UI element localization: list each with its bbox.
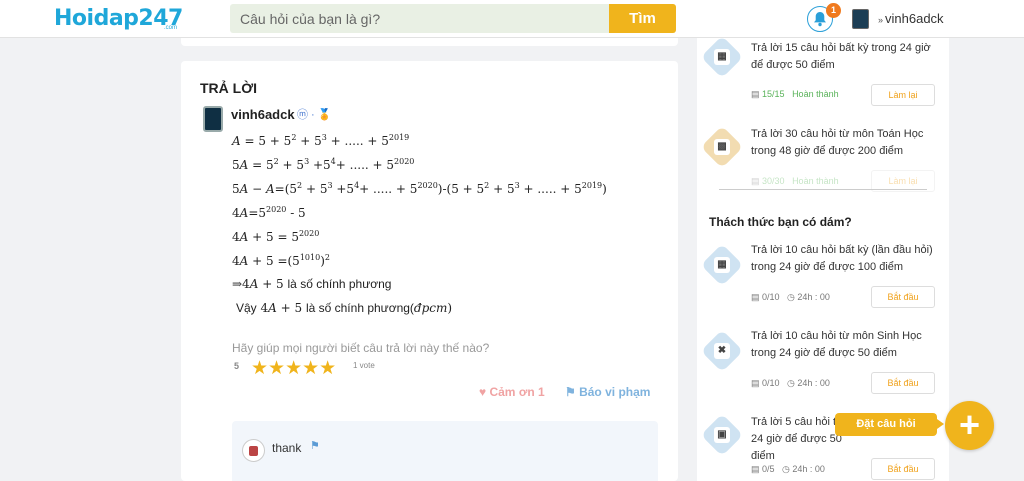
- username: vinh6adck: [885, 11, 944, 26]
- user-menu[interactable]: » vinh6adck: [878, 11, 944, 26]
- help-text: Hãy giúp mọi người biết câu trả lời này …: [232, 341, 490, 355]
- challenge-text: Trả lời 10 câu hỏi từ môn Sinh Học trong…: [751, 330, 922, 359]
- task-text: Trả lời 15 câu hỏi bất kỳ trong 24 giờ đ…: [751, 42, 931, 71]
- answer-author[interactable]: vinh6adck: [231, 107, 295, 122]
- clipboard-icon: ▣: [700, 413, 744, 457]
- grid-icon: ▦: [700, 243, 744, 287]
- search-bar: Tìm: [230, 4, 676, 33]
- math-line-4: 4A=52020 - 5: [232, 205, 306, 220]
- rating-stars[interactable]: ★★★★★: [251, 357, 336, 380]
- math-line-3: 5A − A=(52 + 53 +54+ ..... + 52020)-(5 +…: [232, 181, 607, 196]
- math-line-7: ⇒4A + 5 là số chính phương: [232, 277, 392, 291]
- comment-avatar[interactable]: [242, 439, 265, 462]
- answer-heading: TRẢ LỜI: [200, 80, 258, 96]
- thanks-button[interactable]: ♥ Cảm ơn 1: [479, 385, 545, 399]
- vote-count: 1 vote: [353, 361, 375, 370]
- grid-icon: ▦: [700, 35, 744, 79]
- search-input[interactable]: [230, 4, 609, 33]
- start-button[interactable]: Bắt đầu: [871, 458, 935, 480]
- task-meta: ▤ 15/15 Hoàn thành: [751, 89, 839, 99]
- challenge-title: Thách thức bạn có dám?: [709, 215, 852, 229]
- ask-question-button[interactable]: +: [945, 401, 994, 450]
- flag-icon[interactable]: ⚑: [310, 439, 320, 452]
- comment-box: thank ⚑: [232, 421, 658, 481]
- task-text: Trả lời 30 câu hỏi từ môn Toán Học trong…: [751, 128, 924, 157]
- calculator-icon: ▩: [700, 125, 744, 169]
- comment-text: thank: [272, 441, 302, 455]
- logo-suffix: .com: [164, 25, 178, 31]
- start-button[interactable]: Bắt đầu: [871, 372, 935, 394]
- search-button[interactable]: Tìm: [609, 4, 676, 33]
- section-divider: [719, 189, 927, 190]
- answer-card: TRẢ LỜI vinh6adck ⓜ · 🏅 A = 5 + 52 + 53 …: [181, 61, 678, 481]
- notification-badge: 1: [826, 3, 841, 18]
- challenge-meta: ▤ 0/5 ◷ 24h : 00: [751, 464, 825, 474]
- math-line-5: 4A + 5 = 52020: [232, 229, 320, 244]
- user-avatar[interactable]: [852, 9, 869, 29]
- medal-icon: ⓜ · 🏅: [297, 109, 332, 121]
- challenge-text: Trả lời 10 câu hỏi bất kỳ (lần đầu hỏi) …: [751, 244, 933, 273]
- chevron-down-icon: »: [878, 15, 884, 25]
- challenge-meta: ▤ 0/10 ◷ 24h : 00: [751, 378, 830, 388]
- plus-icon: +: [958, 404, 981, 445]
- math-line-2: 5A = 52 + 53 +54+ ..... + 52020: [232, 157, 415, 172]
- task-meta: ▤ 30/30 Hoàn thành: [751, 176, 839, 186]
- redo-button[interactable]: Làm lại: [871, 84, 935, 106]
- challenge-meta: ▤ 0/10 ◷ 24h : 00: [751, 292, 830, 302]
- report-button[interactable]: ⚑ Báo vi phạm: [565, 385, 650, 399]
- dna-icon: ✖: [700, 329, 744, 373]
- math-line-8: Vậy 4A + 5 là số chính phương(đpcm): [236, 301, 453, 315]
- start-button[interactable]: Bắt đầu: [871, 286, 935, 308]
- answer-avatar[interactable]: [203, 106, 223, 132]
- top-header: Hoidap247 .com Tìm 1 »vinh6adck: [0, 0, 1024, 38]
- rating-value: 5: [234, 361, 240, 371]
- math-line-1: A = 5 + 52 + 53 + ..... + 52019: [232, 133, 410, 148]
- math-line-6: 4A + 5 =(51010)2: [232, 253, 330, 268]
- ask-question-label[interactable]: Đặt câu hỏi: [835, 413, 944, 436]
